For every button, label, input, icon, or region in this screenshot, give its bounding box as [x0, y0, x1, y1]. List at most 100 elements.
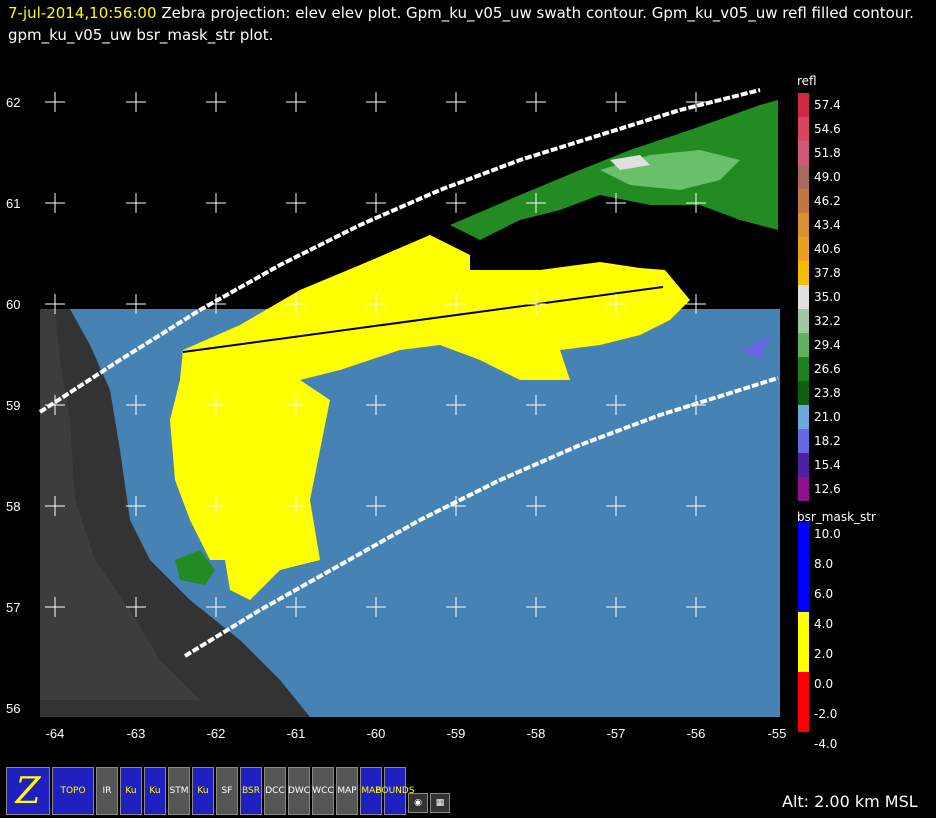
grid-cross: [606, 92, 626, 112]
colorbar-swatch: [798, 357, 809, 381]
x-tick-label: -63: [127, 726, 146, 741]
colorbar-label: 54.6: [814, 122, 841, 136]
colorbar-label: -2.0: [814, 707, 838, 721]
refl-colorbar-title: refl: [797, 74, 817, 88]
colorbar-swatch: [798, 552, 809, 582]
x-tick-label: -59: [447, 726, 466, 741]
stm-button[interactable]: STM: [168, 767, 190, 815]
colorbar-label: 15.4: [814, 458, 841, 472]
x-tick-label: -56: [687, 726, 706, 741]
colorbar-label: 6.0: [814, 587, 834, 601]
x-tick-label: -64: [46, 726, 65, 741]
grid-cross: [126, 193, 146, 213]
colorbar-label: 4.0: [814, 617, 834, 631]
colorbar-swatch: [798, 165, 809, 189]
colorbar-label: 37.8: [814, 266, 841, 280]
grid-cross: [366, 193, 386, 213]
grid-cross: [286, 193, 306, 213]
colorbar-swatch: [798, 333, 809, 357]
colorbar-swatch: [798, 405, 809, 429]
colorbar-label: 35.0: [814, 290, 841, 304]
x-tick-label: -60: [367, 726, 386, 741]
ku-button[interactable]: Ku: [120, 767, 142, 815]
colorbar-label: 21.0: [814, 410, 841, 424]
colorbar-label: 10.0: [814, 527, 841, 541]
x-axis-labels: -64 -63 -62 -61 -60 -59 -58 -57 -56 -55: [46, 726, 787, 741]
colorbar-label: 32.2: [814, 314, 841, 328]
x-tick-label: -57: [607, 726, 626, 741]
topo-button[interactable]: TOPO: [52, 767, 94, 815]
grid-cross: [446, 193, 466, 213]
colorbar-label: 23.8: [814, 386, 841, 400]
colorbar-swatch: [798, 213, 809, 237]
colorbar-swatch: [798, 612, 809, 642]
grid-cross: [45, 193, 65, 213]
sf-button[interactable]: SF: [216, 767, 238, 815]
colorbar-swatch: [798, 309, 809, 333]
colorbar-swatch: [798, 429, 809, 453]
colorbar-label: 46.2: [814, 194, 841, 208]
colorbar-swatch: [798, 672, 809, 702]
wcc-button[interactable]: WCC: [312, 767, 334, 815]
colorbar-swatch: [798, 702, 809, 732]
y-tick-label: 59: [6, 398, 20, 413]
colorbar-swatch: [798, 642, 809, 672]
colorbar-swatch: [798, 522, 809, 552]
colorbar-swatch: [798, 141, 809, 165]
y-tick-label: 62: [6, 95, 20, 110]
target-icon[interactable]: ◉: [408, 793, 428, 813]
grid-cross: [526, 92, 546, 112]
colorbar-label: 18.2: [814, 434, 841, 448]
colorbar-swatch: [798, 582, 809, 612]
colorbar-swatch: [798, 189, 809, 213]
x-tick-label: -62: [207, 726, 226, 741]
y-tick-label: 57: [6, 600, 20, 615]
bounds-button[interactable]: BOUNDS: [375, 767, 415, 815]
x-tick-label: -55: [768, 726, 787, 741]
y-tick-label: 56: [6, 701, 20, 716]
map-button[interactable]: MAP: [336, 767, 358, 815]
ku-refl-button[interactable]: Ku: [192, 767, 214, 815]
colorbar-label: 49.0: [814, 170, 841, 184]
colorbar-swatch: [798, 453, 809, 477]
dwc-button[interactable]: DWC: [288, 767, 310, 815]
colorbar-label: 26.6: [814, 362, 841, 376]
colorbar-label: 8.0: [814, 557, 834, 571]
ku-swath-button[interactable]: Ku: [144, 767, 166, 815]
grid-cross: [206, 92, 226, 112]
grid-cross: [126, 92, 146, 112]
colorbar-label: 12.6: [814, 482, 841, 496]
bsr-button[interactable]: BSR: [240, 767, 262, 815]
y-tick-label: 60: [6, 297, 20, 312]
colorbar-label: 43.4: [814, 218, 841, 232]
colorbar-label: 40.6: [814, 242, 841, 256]
altitude-readout: Alt: 2.00 km MSL: [782, 792, 918, 811]
colorbar-label: -4.0: [814, 737, 838, 751]
ir-button[interactable]: IR: [96, 767, 118, 815]
colorbar-swatch: [798, 93, 809, 117]
y-tick-label: 58: [6, 499, 20, 514]
y-tick-label: 61: [6, 196, 20, 211]
colorbar-label: 29.4: [814, 338, 841, 352]
map-canvas[interactable]: -64 -63 -62 -61 -60 -59 -58 -57 -56 -55 62 61 60 59 5…: [0, 0, 936, 818]
grid-cross: [45, 92, 65, 112]
colorbar-swatch: [798, 117, 809, 141]
colorbar-label: 51.8: [814, 146, 841, 160]
x-tick-label: -58: [527, 726, 546, 741]
grid-cross: [446, 92, 466, 112]
grid-icon[interactable]: ▦: [430, 793, 450, 813]
colorbar-label: 57.4: [814, 98, 841, 112]
colorbar-swatch: [798, 381, 809, 405]
colorbar-swatch: [798, 477, 809, 501]
y-axis-labels: 62 61 60 59 58 57 56: [6, 95, 20, 716]
colorbar-swatch: [798, 285, 809, 309]
colorbar-swatch: [798, 261, 809, 285]
colorbar-swatch: [798, 237, 809, 261]
colorbar-label: 0.0: [814, 677, 834, 691]
grid-cross: [366, 92, 386, 112]
grid-cross: [286, 92, 306, 112]
colorbar-label: 2.0: [814, 647, 834, 661]
grid-cross: [206, 193, 226, 213]
dcc-button[interactable]: DCC: [264, 767, 286, 815]
zebra-logo-button[interactable]: Z: [6, 767, 50, 815]
